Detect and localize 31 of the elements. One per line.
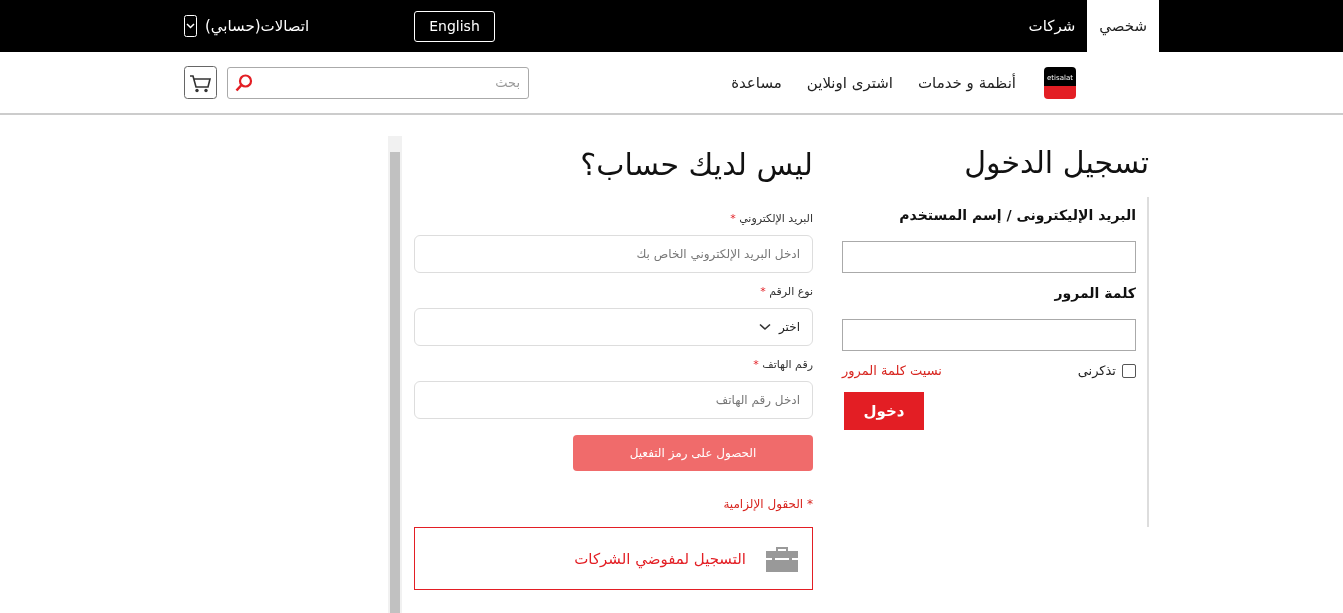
- field-label: البريد الإلكتروني *: [729, 212, 813, 225]
- scrollbar[interactable]: [388, 136, 402, 613]
- register-title: ليس لديك حساب؟: [579, 147, 813, 182]
- search-field[interactable]: بحث: [227, 66, 529, 99]
- input-field[interactable]: ادخل رقم الهاتف: [414, 381, 813, 419]
- password-field[interactable]: [842, 319, 1136, 351]
- nav-link[interactable]: اشترى اونلاين: [806, 73, 893, 92]
- business-registration-link[interactable]: التسجيل لمفوضي الشركات: [414, 527, 813, 590]
- forgot-password-link[interactable]: نسيت كلمة المرور: [842, 363, 942, 378]
- remember-label: تذكرنى: [1077, 363, 1116, 378]
- chevron-down-icon: [759, 323, 771, 331]
- cart-button[interactable]: [184, 66, 217, 99]
- input-field[interactable]: ادخل البريد الإلكتروني الخاص بك: [414, 235, 813, 273]
- search-icon[interactable]: [235, 73, 253, 92]
- required-fields-note: * الحقول الإلزامية: [723, 497, 813, 511]
- field-label: نوع الرقم *: [759, 285, 813, 298]
- field-label: رقم الهاتف *: [752, 358, 813, 371]
- chevron-down-icon[interactable]: [184, 15, 197, 37]
- username-field[interactable]: [842, 241, 1136, 273]
- briefcase-icon: [766, 545, 798, 572]
- language-button[interactable]: English: [414, 10, 495, 42]
- select-field[interactable]: اختر: [414, 308, 813, 346]
- nav-link[interactable]: أنظمة و خدمات: [918, 73, 1016, 92]
- segment-tab[interactable]: شخصي: [1087, 0, 1159, 52]
- password-label: كلمة المرور: [1053, 285, 1136, 301]
- username-label: البريد الإليكترونى / إسم المستخدم: [898, 207, 1136, 223]
- login-button[interactable]: دخول: [844, 392, 924, 430]
- account-menu[interactable]: اتصالات(حسابي): [205, 17, 310, 35]
- login-title: تسجيل الدخول: [963, 145, 1149, 180]
- remember-checkbox[interactable]: [1122, 363, 1136, 378]
- nav-link[interactable]: مساعدة: [731, 73, 782, 92]
